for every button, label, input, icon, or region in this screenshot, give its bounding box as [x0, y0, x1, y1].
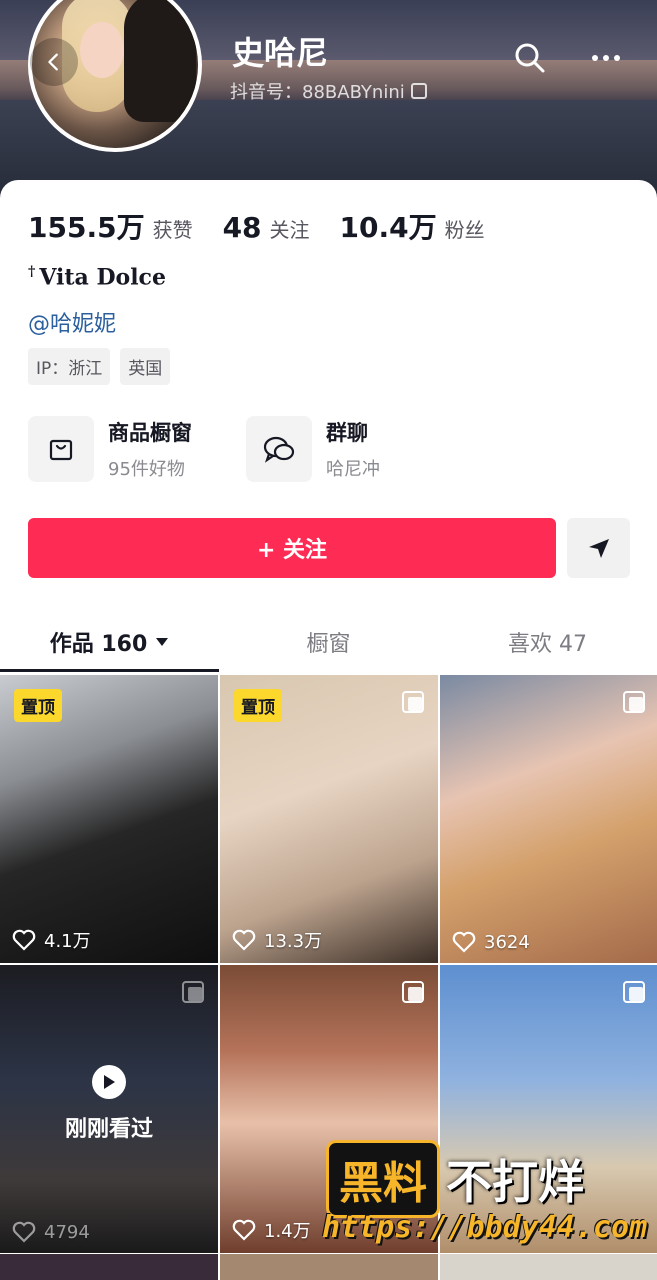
recently-watched-label: 刚刚看过	[64, 1117, 153, 1142]
stat-following-value: 48	[222, 211, 262, 244]
heart-icon	[12, 1221, 36, 1243]
pinned-badge: 置顶	[14, 689, 62, 722]
copy-icon[interactable]	[410, 83, 427, 99]
shop-window-shortcut[interactable]: 商品橱窗 95件好物	[28, 416, 192, 482]
stat-followers-value: 10.4万	[339, 211, 437, 244]
profile-stats: 155.5万 获赞 48 关注 10.4万 粉丝	[28, 206, 515, 246]
video-grid-next-row	[0, 1254, 657, 1280]
group-chat-title: 群聊	[326, 421, 368, 445]
stat-likes-label: 获赞	[152, 218, 193, 242]
video-likes-count: 1.4万	[264, 1221, 311, 1242]
video-likes: 1.4万	[232, 1217, 311, 1243]
stat-followers[interactable]: 10.4万 粉丝	[340, 206, 485, 246]
bio-prefix: †	[28, 264, 36, 280]
heart-icon	[12, 929, 36, 951]
follow-button-label: + 关注	[256, 538, 328, 563]
bio-text: † Vita Dolce	[28, 264, 166, 290]
watermark-left: 黑料	[326, 1140, 440, 1218]
heart-icon	[232, 929, 256, 951]
video-likes: 4.1万	[12, 927, 91, 953]
stat-following[interactable]: 48 关注	[223, 211, 310, 244]
pinned-badge: 置顶	[234, 689, 282, 722]
douyin-id-text: 抖音号：88BABYnini	[230, 82, 405, 103]
stat-following-label: 关注	[269, 218, 310, 242]
chat-bubbles-icon	[246, 416, 312, 482]
profile-nickname: 史哈尼	[232, 34, 329, 72]
video-likes: 13.3万	[232, 927, 322, 953]
heart-icon	[452, 931, 476, 953]
video-thumbnail[interactable]: 置顶 4.1万	[0, 675, 218, 963]
watermark-right: 不打烊	[446, 1155, 584, 1209]
multi-image-icon	[402, 691, 424, 713]
video-likes-count: 13.3万	[264, 931, 323, 952]
search-icon[interactable]	[510, 38, 550, 78]
video-thumbnail[interactable]: 3624	[440, 675, 657, 963]
multi-image-icon	[182, 981, 204, 1003]
tab-likes[interactable]: 喜欢 47	[438, 610, 657, 674]
tab-works[interactable]: 作品 160	[0, 610, 219, 674]
video-likes: 4794	[12, 1221, 90, 1243]
group-chat-subtitle: 哈尼冲	[326, 459, 380, 480]
shopping-bag-icon	[28, 416, 94, 482]
video-thumbnail[interactable]	[0, 1254, 218, 1280]
video-thumbnail[interactable]: 刚刚看过 4794	[0, 965, 218, 1253]
send-icon	[588, 539, 609, 558]
video-thumbnail[interactable]	[220, 1254, 438, 1280]
tab-shop-window-label: 橱窗	[306, 632, 351, 657]
video-thumbnail[interactable]	[440, 1254, 657, 1280]
stat-likes-value: 155.5万	[28, 211, 145, 244]
shop-window-subtitle: 95件好物	[108, 459, 185, 480]
multi-image-icon	[402, 981, 424, 1003]
video-likes-count: 4.1万	[44, 931, 91, 952]
stat-likes[interactable]: 155.5万 获赞	[28, 206, 193, 246]
send-message-button[interactable]	[567, 518, 630, 578]
ip-location-tag: IP：浙江	[28, 348, 111, 385]
tab-shop-window[interactable]: 橱窗	[219, 610, 438, 674]
multi-image-icon	[623, 981, 645, 1003]
content-tabs: 作品 160 橱窗 喜欢 47	[0, 610, 657, 674]
follow-button[interactable]: + 关注	[28, 518, 556, 578]
recently-watched-overlay: 刚刚看过	[0, 1065, 218, 1143]
tab-likes-label: 喜欢 47	[508, 632, 587, 657]
tab-works-label: 作品 160	[49, 632, 148, 657]
caret-down-icon[interactable]	[155, 637, 169, 647]
douyin-id[interactable]: 抖音号：88BABYnini	[230, 78, 427, 104]
active-tab-indicator	[0, 669, 219, 672]
video-likes-count: 4794	[44, 1221, 90, 1243]
play-icon	[92, 1065, 126, 1099]
more-options-icon[interactable]	[586, 38, 626, 78]
profile-shortcuts: 商品橱窗 95件好物 群聊 哈尼冲	[28, 416, 380, 482]
video-likes: 3624	[452, 931, 530, 953]
video-likes-count: 3624	[484, 931, 530, 953]
group-chat-shortcut[interactable]: 群聊 哈尼冲	[246, 416, 380, 482]
stat-followers-label: 粉丝	[444, 218, 485, 242]
avatar-face	[80, 22, 124, 78]
bio-mention-link[interactable]: @哈妮妮	[28, 306, 116, 338]
watermark-url: https://bbdy44.com	[322, 1210, 648, 1245]
country-tag: 英国	[120, 348, 171, 385]
profile-tags: IP：浙江 英国	[28, 348, 171, 385]
shop-window-title: 商品橱窗	[108, 421, 192, 445]
bio-line: Vita Dolce	[39, 264, 166, 291]
chevron-left-icon	[48, 53, 58, 71]
video-thumbnail[interactable]: 置顶 13.3万	[220, 675, 438, 963]
heart-icon	[232, 1219, 256, 1241]
avatar-dog	[124, 0, 196, 122]
multi-image-icon	[623, 691, 645, 713]
watermark: 黑料 不打烊	[326, 1140, 584, 1218]
back-button[interactable]	[30, 38, 78, 86]
